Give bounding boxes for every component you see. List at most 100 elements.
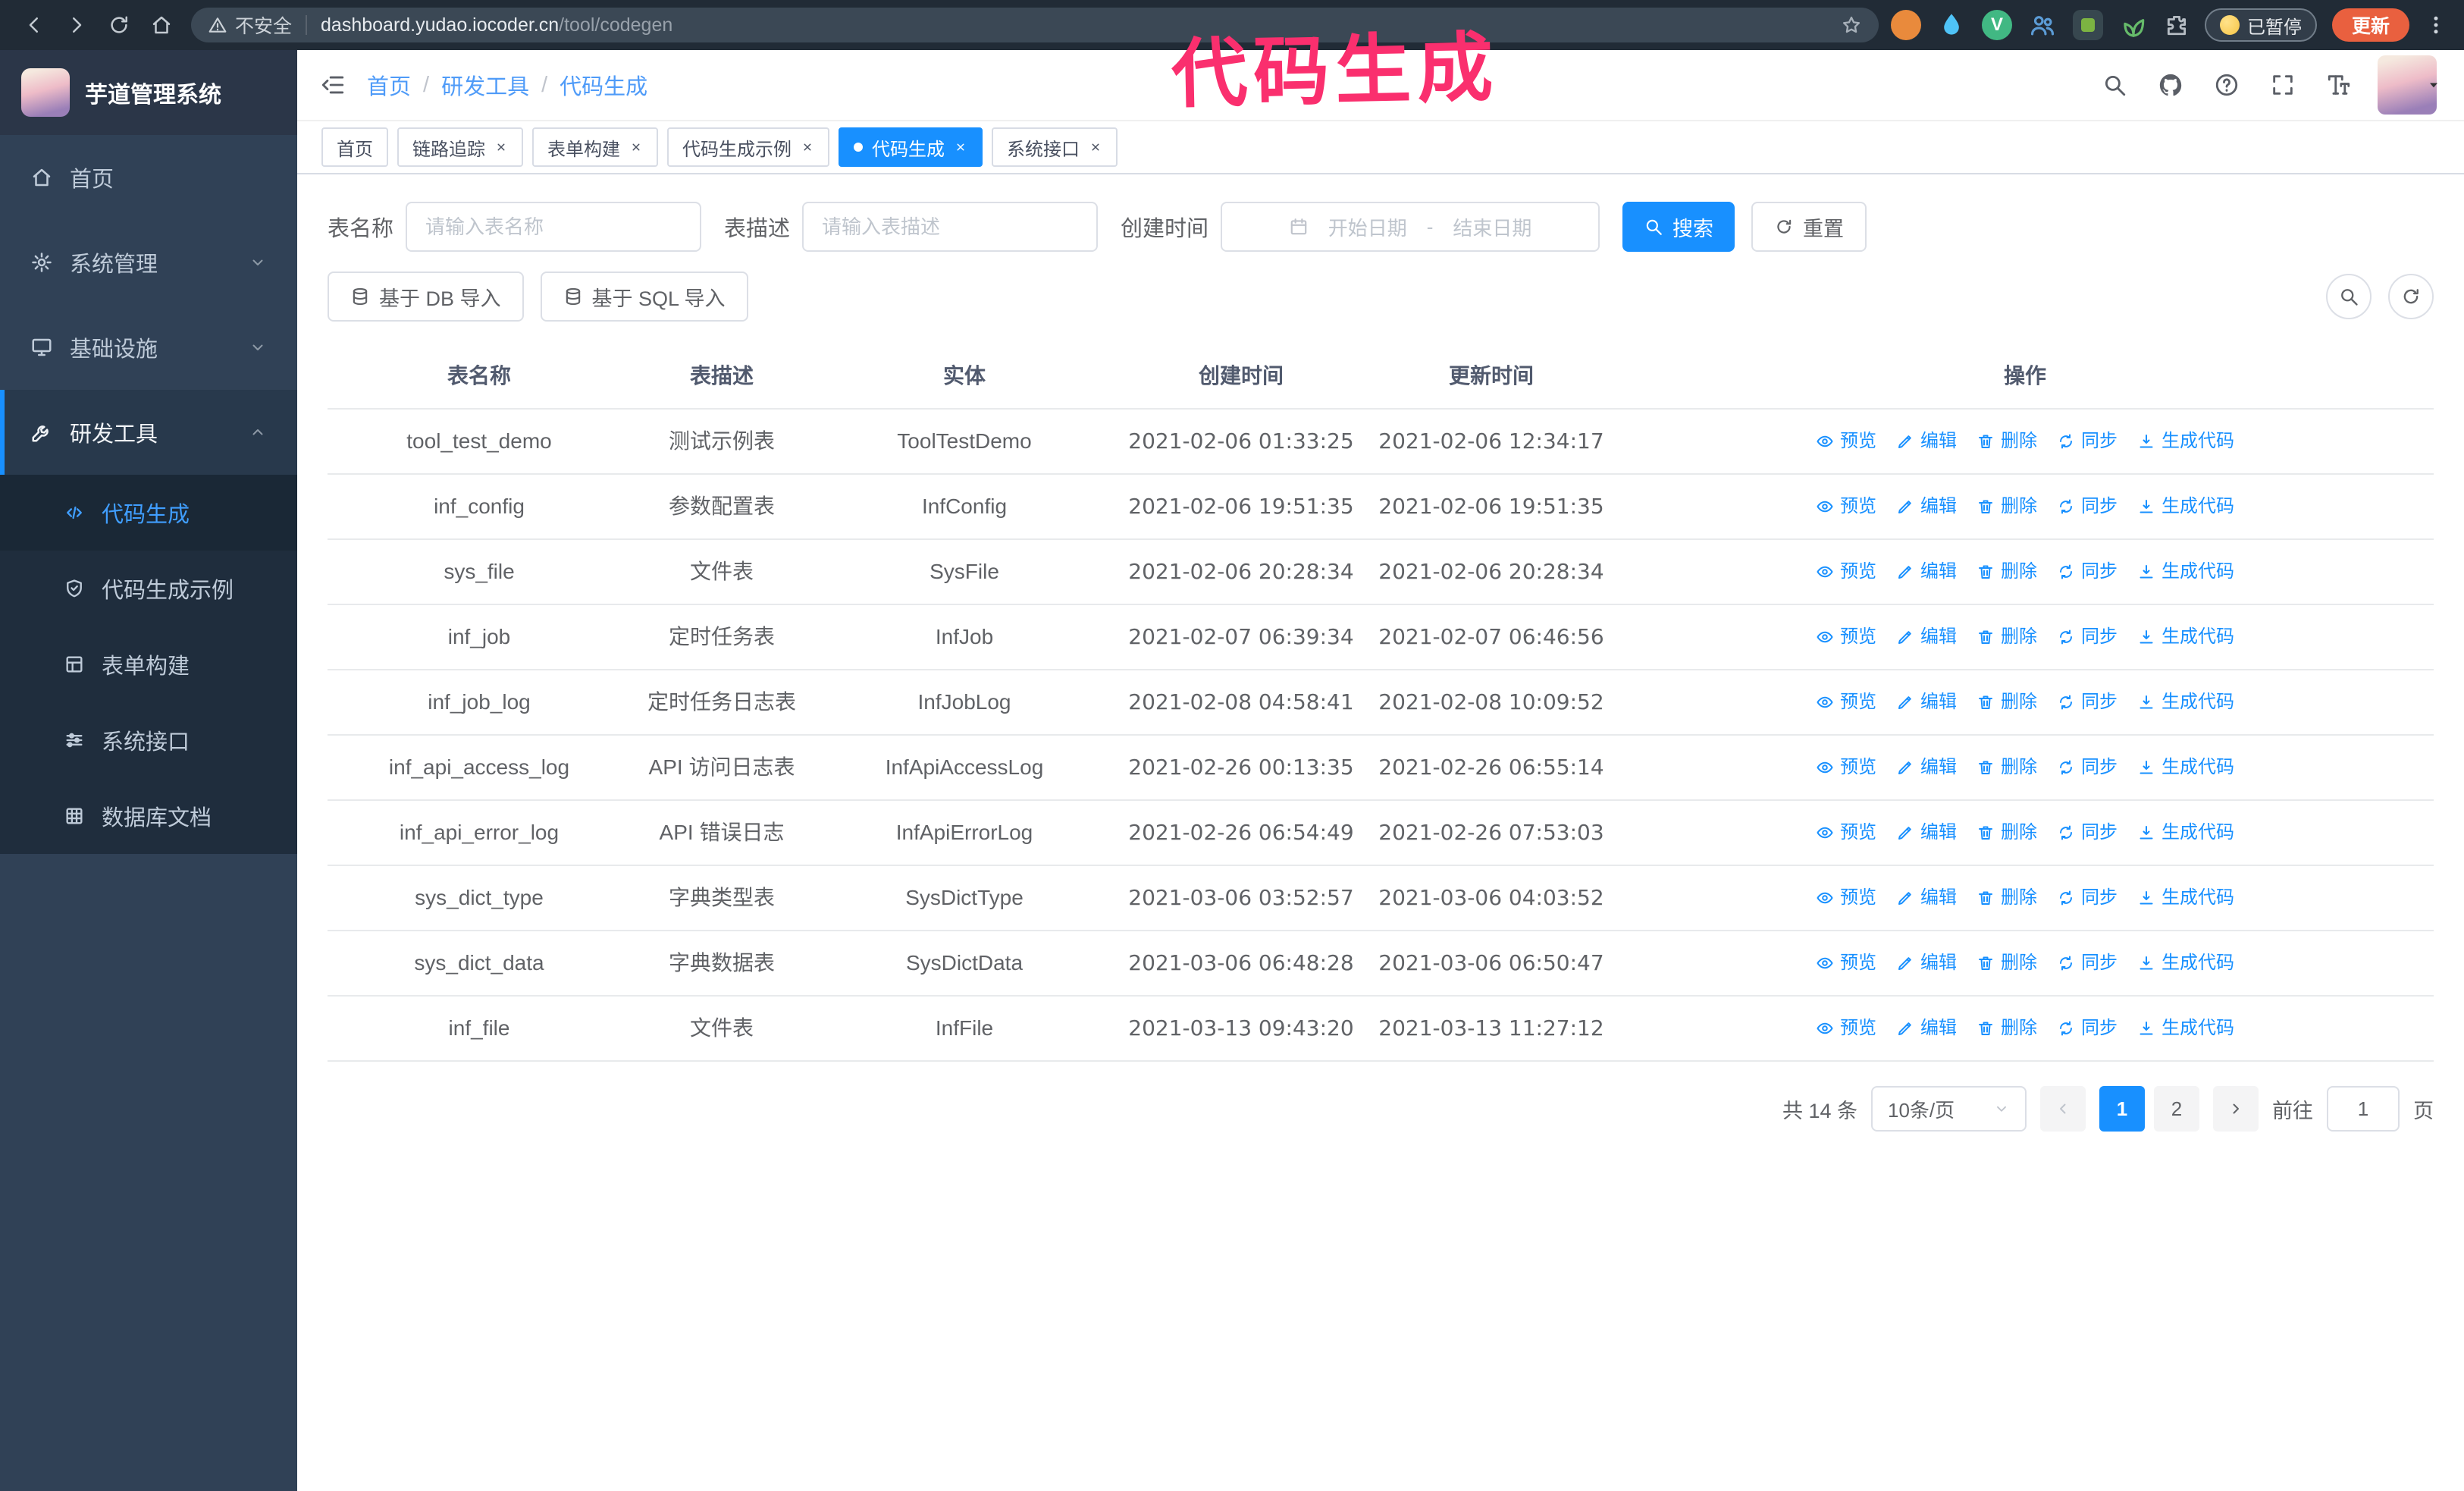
breadcrumb-item[interactable]: 首页 bbox=[367, 69, 411, 101]
action-download-link[interactable]: 生成代码 bbox=[2137, 490, 2234, 523]
caret-down-icon[interactable] bbox=[2426, 77, 2441, 93]
action-trash-link[interactable]: 删除 bbox=[1977, 881, 2037, 915]
action-edit-link[interactable]: 编辑 bbox=[1896, 490, 1957, 523]
table-desc-input[interactable] bbox=[802, 202, 1099, 252]
action-trash-link[interactable]: 删除 bbox=[1977, 816, 2037, 849]
tab-系统接口[interactable]: 系统接口 bbox=[992, 127, 1118, 167]
action-eye-link[interactable]: 预览 bbox=[1816, 946, 1876, 980]
arrow-right-button[interactable] bbox=[59, 8, 94, 42]
table-name-input[interactable] bbox=[406, 202, 702, 252]
close-icon[interactable] bbox=[1089, 140, 1102, 154]
tab-链路追踪[interactable]: 链路追踪 bbox=[397, 127, 523, 167]
action-sync-link[interactable]: 同步 bbox=[2057, 555, 2118, 589]
action-eye-link[interactable]: 预览 bbox=[1816, 620, 1876, 654]
tab-表单构建[interactable]: 表单构建 bbox=[532, 127, 658, 167]
action-eye-link[interactable]: 预览 bbox=[1816, 1012, 1876, 1045]
action-eye-link[interactable]: 预览 bbox=[1816, 816, 1876, 849]
extension-icon[interactable] bbox=[1890, 10, 1921, 40]
action-eye-link[interactable]: 预览 bbox=[1816, 425, 1876, 458]
paused-badge[interactable]: 已暂停 bbox=[2204, 8, 2317, 42]
tab-代码生成示例[interactable]: 代码生成示例 bbox=[667, 127, 829, 167]
action-edit-link[interactable]: 编辑 bbox=[1896, 946, 1957, 980]
action-edit-link[interactable]: 编辑 bbox=[1896, 881, 1957, 915]
action-trash-link[interactable]: 删除 bbox=[1977, 620, 2037, 654]
import-db-button[interactable]: 基于 DB 导入 bbox=[328, 272, 524, 322]
action-trash-link[interactable]: 删除 bbox=[1977, 946, 2037, 980]
action-sync-link[interactable]: 同步 bbox=[2057, 1012, 2118, 1045]
action-download-link[interactable]: 生成代码 bbox=[2137, 686, 2234, 719]
sidebar-subitem-数据库文档[interactable]: 数据库文档 bbox=[0, 778, 297, 854]
sidebar-item-系统管理[interactable]: 系统管理 bbox=[0, 220, 297, 305]
action-edit-link[interactable]: 编辑 bbox=[1896, 751, 1957, 784]
close-icon[interactable] bbox=[801, 140, 814, 154]
page-button-2[interactable]: 2 bbox=[2154, 1086, 2199, 1132]
sidebar-subitem-系统接口[interactable]: 系统接口 bbox=[0, 702, 297, 778]
date-range-picker[interactable]: 开始日期 - 结束日期 bbox=[1221, 202, 1600, 252]
tab-首页[interactable]: 首页 bbox=[321, 127, 388, 167]
sidebar-item-研发工具[interactable]: 研发工具 bbox=[0, 390, 297, 475]
action-sync-link[interactable]: 同步 bbox=[2057, 620, 2118, 654]
fullscreen-button[interactable] bbox=[2270, 72, 2296, 98]
sidebar-subitem-表单构建[interactable]: 表单构建 bbox=[0, 626, 297, 702]
action-trash-link[interactable]: 删除 bbox=[1977, 686, 2037, 719]
action-sync-link[interactable]: 同步 bbox=[2057, 490, 2118, 523]
next-page-button[interactable] bbox=[2213, 1086, 2259, 1132]
home-button[interactable] bbox=[144, 8, 179, 42]
tab-代码生成[interactable]: 代码生成 bbox=[839, 127, 983, 167]
action-eye-link[interactable]: 预览 bbox=[1816, 490, 1876, 523]
action-sync-link[interactable]: 同步 bbox=[2057, 881, 2118, 915]
action-sync-link[interactable]: 同步 bbox=[2057, 425, 2118, 458]
close-icon[interactable] bbox=[954, 140, 967, 154]
reset-button[interactable]: 重置 bbox=[1751, 202, 1867, 252]
extensions-puzzle-icon[interactable] bbox=[2164, 12, 2190, 38]
action-trash-link[interactable]: 删除 bbox=[1977, 555, 2037, 589]
app-logo[interactable]: 芋道管理系统 bbox=[0, 50, 297, 135]
action-download-link[interactable]: 生成代码 bbox=[2137, 946, 2234, 980]
sidebar-item-首页[interactable]: 首页 bbox=[0, 135, 297, 220]
action-download-link[interactable]: 生成代码 bbox=[2137, 751, 2234, 784]
extension-leaf-icon[interactable] bbox=[2118, 10, 2149, 40]
page-size-select[interactable]: 10条/页 bbox=[1871, 1086, 2027, 1132]
action-edit-link[interactable]: 编辑 bbox=[1896, 620, 1957, 654]
action-download-link[interactable]: 生成代码 bbox=[2137, 816, 2234, 849]
action-trash-link[interactable]: 删除 bbox=[1977, 1012, 2037, 1045]
action-edit-link[interactable]: 编辑 bbox=[1896, 1012, 1957, 1045]
url-bar[interactable]: 不安全 dashboard.yudao.iocoder.cn /tool/cod… bbox=[191, 8, 1879, 42]
action-sync-link[interactable]: 同步 bbox=[2057, 946, 2118, 980]
update-button[interactable]: 更新 bbox=[2331, 8, 2409, 42]
sidebar-subitem-代码生成[interactable]: 代码生成 bbox=[0, 475, 297, 551]
search-button[interactable] bbox=[2102, 72, 2127, 98]
search-button[interactable]: 搜索 bbox=[1622, 202, 1735, 252]
action-trash-link[interactable]: 删除 bbox=[1977, 490, 2037, 523]
action-sync-link[interactable]: 同步 bbox=[2057, 751, 2118, 784]
page-button-1[interactable]: 1 bbox=[2099, 1086, 2145, 1132]
action-eye-link[interactable]: 预览 bbox=[1816, 686, 1876, 719]
action-trash-link[interactable]: 删除 bbox=[1977, 751, 2037, 784]
github-button[interactable] bbox=[2158, 72, 2183, 98]
close-icon[interactable] bbox=[629, 140, 643, 154]
action-eye-link[interactable]: 预览 bbox=[1816, 555, 1876, 589]
extension-vue-icon[interactable] bbox=[1981, 10, 2012, 40]
bookmark-star-icon[interactable] bbox=[1841, 14, 1862, 36]
help-button[interactable] bbox=[2214, 72, 2240, 98]
prev-page-button[interactable] bbox=[2040, 1086, 2086, 1132]
action-sync-link[interactable]: 同步 bbox=[2057, 816, 2118, 849]
action-edit-link[interactable]: 编辑 bbox=[1896, 816, 1957, 849]
action-eye-link[interactable]: 预览 bbox=[1816, 751, 1876, 784]
action-download-link[interactable]: 生成代码 bbox=[2137, 555, 2234, 589]
action-edit-link[interactable]: 编辑 bbox=[1896, 425, 1957, 458]
extension-people-icon[interactable] bbox=[2027, 10, 2058, 40]
refresh-table-button[interactable] bbox=[2388, 274, 2434, 319]
action-download-link[interactable]: 生成代码 bbox=[2137, 881, 2234, 915]
show-search-button[interactable] bbox=[2326, 274, 2372, 319]
browser-menu-icon[interactable] bbox=[2425, 14, 2447, 36]
action-download-link[interactable]: 生成代码 bbox=[2137, 1012, 2234, 1045]
action-sync-link[interactable]: 同步 bbox=[2057, 686, 2118, 719]
import-sql-button[interactable]: 基于 SQL 导入 bbox=[540, 272, 748, 322]
security-chip[interactable]: 不安全 bbox=[208, 11, 292, 39]
breadcrumb-item[interactable]: 代码生成 bbox=[560, 69, 647, 101]
reload-button[interactable] bbox=[102, 8, 136, 42]
arrow-left-button[interactable] bbox=[17, 8, 52, 42]
extension-drop-icon[interactable] bbox=[1936, 10, 1967, 40]
extension-icon[interactable] bbox=[2072, 10, 2103, 40]
